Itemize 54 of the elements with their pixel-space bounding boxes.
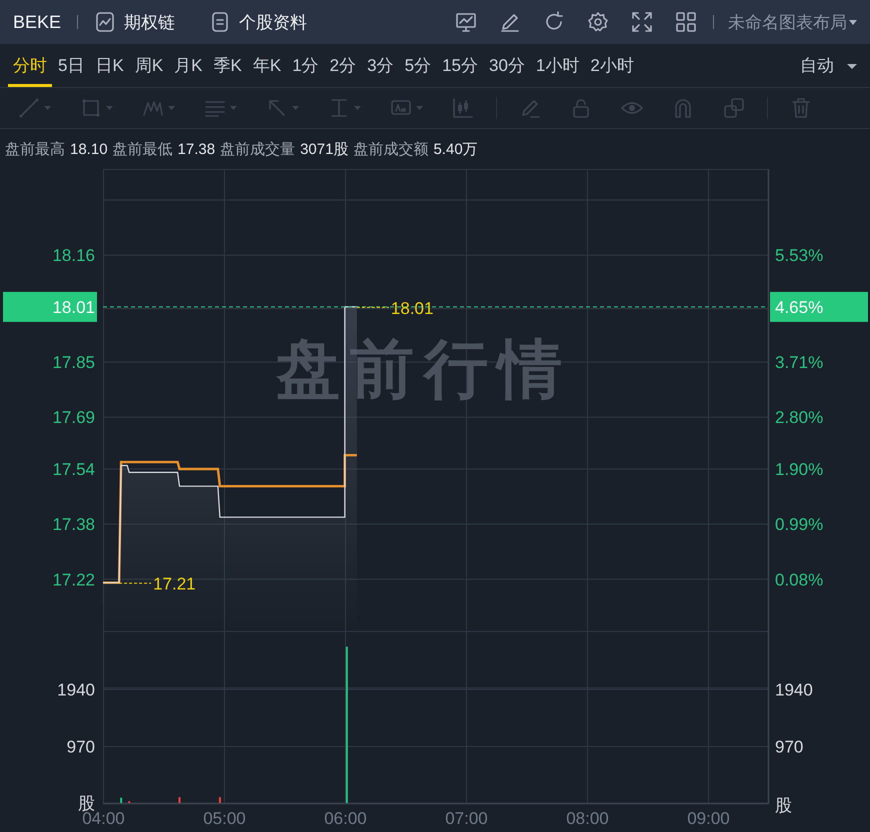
price-annotation: 18.01 <box>390 298 434 318</box>
axis-label: 17.22 <box>52 570 95 590</box>
stock-profile-link[interactable]: 个股资料 <box>209 10 308 34</box>
period-tab[interactable]: 1分 <box>287 44 324 87</box>
period-tab[interactable]: 周K <box>130 44 168 87</box>
axis-label: 970 <box>775 738 804 756</box>
axis-label: 5.53% <box>775 246 824 266</box>
last-price-tag: 18.01 <box>3 292 97 322</box>
layout-dropdown[interactable]: 未命名图表布局 <box>728 10 858 34</box>
axis-label: 17.38 <box>52 515 95 534</box>
period-tab[interactable]: 30分 <box>484 44 530 87</box>
unit-label: 股 <box>78 794 95 813</box>
axis-label: 2.80% <box>775 408 824 428</box>
option-chain-link[interactable]: 期权链 <box>94 10 176 34</box>
axis-label: 18.16 <box>52 246 95 266</box>
axis-label: 05:00 <box>203 809 246 828</box>
stat-value: 3071股 <box>300 140 348 158</box>
axis-label: 17.85 <box>52 353 95 372</box>
period-tab[interactable]: 2小时 <box>585 44 639 87</box>
period-tab[interactable]: 5分 <box>400 44 436 87</box>
stat-value: 18.10 <box>70 140 108 158</box>
period-tab[interactable]: 月K <box>169 44 208 87</box>
axis-label: 1940 <box>57 680 95 700</box>
axis-label: 0.99% <box>775 515 824 534</box>
mode-dropdown[interactable]: 自动 <box>800 44 858 87</box>
axis-label: 08:00 <box>566 809 609 828</box>
period-tab[interactable]: 2分 <box>324 44 362 87</box>
axis-label: 3.71% <box>775 353 824 372</box>
unit-label: 股 <box>775 796 792 815</box>
stat-label: 盘前最高 <box>5 140 65 158</box>
period-tab[interactable]: 季K <box>208 44 247 87</box>
stat-value: 17.38 <box>178 140 216 158</box>
axis-label: 17.69 <box>52 408 95 428</box>
axis-label: 09:00 <box>687 809 730 828</box>
axis-label: 1.90% <box>775 460 824 479</box>
period-tab[interactable]: 3分 <box>362 44 399 87</box>
stat-value: 5.40万 <box>433 140 478 158</box>
period-tab[interactable]: 年K <box>248 44 286 87</box>
axis-label: 970 <box>66 738 95 756</box>
change-tag: 4.65% <box>770 292 868 322</box>
stat-label: 盘前成交量 <box>220 140 296 158</box>
period-tab[interactable]: 15分 <box>437 44 483 87</box>
axis-label: 07:00 <box>445 809 488 828</box>
ticker-symbol: BEKE <box>13 12 62 32</box>
period-tab[interactable]: 日K <box>90 44 129 87</box>
stat-label: 盘前成交额 <box>353 140 428 158</box>
axis-label: 0.08% <box>775 570 824 590</box>
period-tab[interactable]: 1小时 <box>530 44 584 87</box>
period-tab[interactable]: 5日 <box>53 44 90 87</box>
axis-label: 1940 <box>775 680 813 700</box>
axis-label: 17.54 <box>52 460 95 479</box>
axis-label: 06:00 <box>324 809 367 828</box>
price-annotation: 17.21 <box>153 574 196 594</box>
stat-label: 盘前最低 <box>112 140 173 158</box>
